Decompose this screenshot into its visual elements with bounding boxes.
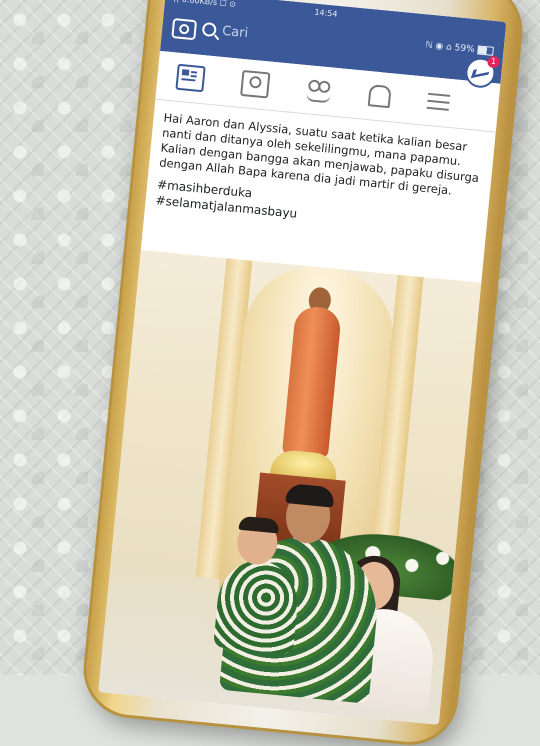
photo-scene: (( 0.00KB/s ☐ ⊙ 14:54 ℕ ◉ ⌂ 59% Cari 1 H… (0, 0, 540, 746)
post-photo[interactable] (98, 249, 482, 725)
search-icon (201, 21, 217, 38)
messenger-icon[interactable]: 1 (464, 55, 501, 90)
search-box[interactable]: Cari (201, 19, 352, 53)
menu-icon[interactable] (426, 92, 451, 111)
status-time: 14:54 (314, 7, 338, 19)
status-network: (( 0.00KB/s ☐ ⊙ (172, 0, 237, 9)
battery-icon (477, 45, 494, 56)
camera-icon[interactable] (171, 18, 198, 41)
phone-screen: (( 0.00KB/s ☐ ⊙ 14:54 ℕ ◉ ⌂ 59% Cari 1 H… (98, 0, 507, 725)
friends-icon[interactable] (305, 77, 333, 104)
bell-icon[interactable] (367, 84, 392, 109)
status-battery: ℕ ◉ ⌂ 59% (425, 40, 494, 57)
profile-icon[interactable] (240, 69, 271, 99)
news-feed-icon[interactable] (175, 63, 206, 93)
smartphone: (( 0.00KB/s ☐ ⊙ 14:54 ℕ ◉ ⌂ 59% Cari 1 H… (82, 0, 524, 746)
search-placeholder: Cari (221, 23, 249, 41)
status-battery-text: ℕ ◉ ⌂ 59% (424, 40, 476, 56)
